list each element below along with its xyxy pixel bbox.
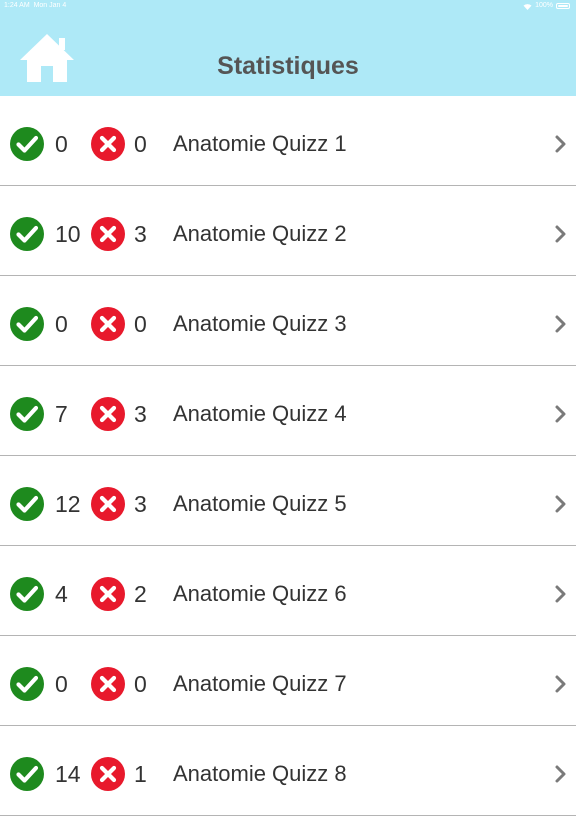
cross-circle-icon [91, 577, 125, 611]
page-title: Statistiques [217, 52, 359, 80]
quiz-row-3[interactable]: 0 0 Anatomie Quizz 3 [0, 276, 576, 366]
wrong-count: 1 [134, 761, 147, 787]
check-circle-icon [10, 217, 44, 251]
status-time-date: 1:24 AM Mon Jan 4 [4, 0, 66, 12]
correct-count: 14 [55, 761, 81, 787]
chevron-right-icon [555, 405, 566, 423]
check-circle-icon [10, 757, 44, 791]
wrong-count: 3 [134, 221, 147, 247]
check-circle-icon [10, 667, 44, 701]
correct-count: 0 [55, 131, 68, 157]
chevron-right-icon [555, 495, 566, 513]
quiz-row-8[interactable]: 14 1 Anatomie Quizz 8 [0, 726, 576, 816]
cross-circle-icon [91, 487, 125, 521]
quiz-title: Anatomie Quizz 3 [173, 311, 347, 336]
cross-circle-icon [91, 307, 125, 341]
check-circle-icon [10, 487, 44, 521]
chevron-right-icon [555, 585, 566, 603]
cross-circle-icon [91, 127, 125, 161]
correct-count: 12 [55, 491, 81, 517]
header-bar: 1:24 AM Mon Jan 4 100% Statistiques [0, 0, 576, 96]
quiz-title: Anatomie Quizz 2 [173, 221, 347, 246]
cross-circle-icon [91, 397, 125, 431]
status-time: 1:24 AM [4, 2, 30, 9]
quiz-title: Anatomie Quizz 8 [173, 761, 347, 786]
quiz-row-4[interactable]: 7 3 Anatomie Quizz 4 [0, 366, 576, 456]
cross-circle-icon [91, 667, 125, 701]
chevron-right-icon [555, 225, 566, 243]
battery-percentage: 100% [535, 2, 553, 9]
quiz-row-2[interactable]: 10 3 Anatomie Quizz 2 [0, 186, 576, 276]
status-indicators: 100% [523, 0, 570, 12]
battery-icon [556, 3, 570, 9]
chevron-right-icon [555, 765, 566, 783]
wrong-count: 0 [134, 671, 147, 697]
status-bar: 1:24 AM Mon Jan 4 100% [0, 0, 576, 12]
wrong-count: 3 [134, 401, 147, 427]
quiz-row-5[interactable]: 12 3 Anatomie Quizz 5 [0, 456, 576, 546]
chevron-right-icon [555, 135, 566, 153]
quiz-title: Anatomie Quizz 7 [173, 671, 347, 696]
quiz-stats-list: 0 0 Anatomie Quizz 1 10 3 Anatomie Quizz… [0, 96, 576, 816]
quiz-title: Anatomie Quizz 5 [173, 491, 347, 516]
correct-count: 0 [55, 311, 68, 337]
wrong-count: 0 [134, 131, 147, 157]
status-date: Mon Jan 4 [33, 2, 67, 9]
quiz-title: Anatomie Quizz 1 [173, 131, 347, 156]
correct-count: 7 [55, 401, 68, 427]
correct-count: 4 [55, 581, 68, 607]
quiz-row-6[interactable]: 4 2 Anatomie Quizz 6 [0, 546, 576, 636]
wrong-count: 0 [134, 311, 147, 337]
chevron-right-icon [555, 675, 566, 693]
cross-circle-icon [91, 217, 125, 251]
check-circle-icon [10, 307, 44, 341]
quiz-row-7[interactable]: 0 0 Anatomie Quizz 7 [0, 636, 576, 726]
cross-circle-icon [91, 757, 125, 791]
quiz-row-1[interactable]: 0 0 Anatomie Quizz 1 [0, 96, 576, 186]
check-circle-icon [10, 577, 44, 611]
check-circle-icon [10, 397, 44, 431]
quiz-title: Anatomie Quizz 6 [173, 581, 347, 606]
wrong-count: 2 [134, 581, 147, 607]
correct-count: 0 [55, 671, 68, 697]
correct-count: 10 [55, 221, 81, 247]
check-circle-icon [10, 127, 44, 161]
chevron-right-icon [555, 315, 566, 333]
quiz-title: Anatomie Quizz 4 [173, 401, 347, 426]
wrong-count: 3 [134, 491, 147, 517]
wifi-icon [523, 3, 532, 10]
